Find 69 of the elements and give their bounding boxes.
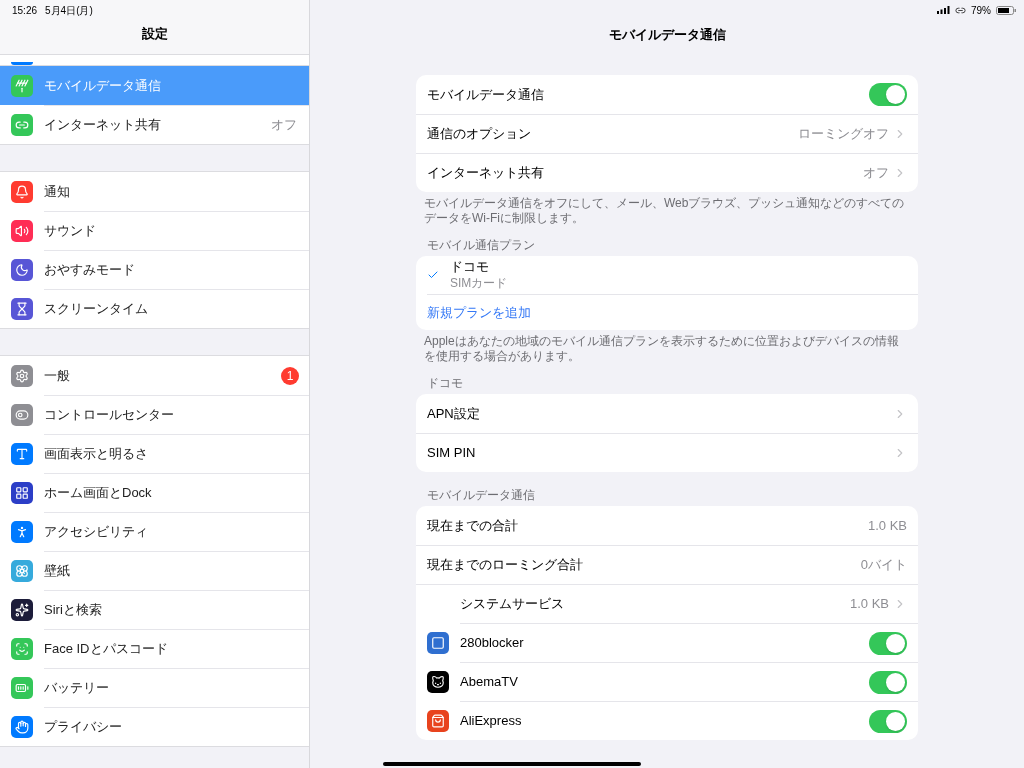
item-label: 一般 [44,366,71,385]
settings-row[interactable]: システムサービス 1.0 KB [416,584,918,623]
row-label: 現在までのローミング合計 [427,556,584,575]
item-label: インターネット共有 [44,116,162,135]
status-date: 5月4日(月) [45,3,93,18]
toggle-switch[interactable] [869,83,907,106]
settings-row[interactable]: 通信のオプション ローミングオフ [416,114,918,153]
page-title: モバイルデータ通信 [608,25,726,44]
hourglass-icon [11,297,33,320]
flower-icon [11,559,33,582]
toggle-switch[interactable] [869,670,907,694]
antenna-icon [11,74,33,97]
text-size-icon [11,442,33,465]
item-label: コントロールセンター [44,406,175,425]
face-icon [11,637,33,660]
row-label: 現在までの合計 [427,516,519,535]
signal-icon [937,6,950,14]
app-name: 280blocker [460,634,525,653]
link-icon [11,113,33,136]
settings-row[interactable]: APN設定 [416,394,918,433]
item-label: Face IDとパスコード [44,640,169,659]
row-value: 1.0 KB [867,516,907,535]
section-footer: Appleはあなたの地域のモバイル通信プランを表示するために位置およびデバイスの情報を使用する場合があります。 [416,330,918,364]
sidebar-title: 設定 [141,25,168,44]
partial-icon [11,62,33,65]
grid-icon [11,481,33,504]
toggle-switch[interactable] [869,631,907,655]
hand-icon [11,715,33,738]
item-label: アクセシビリティ [44,523,149,542]
item-label: Siriと検索 [44,601,103,620]
add-plan-link[interactable]: 新規プランを追加 [427,302,531,323]
item-label: 画面表示と明るさ [44,445,149,464]
app-name: AliExpress [460,712,523,731]
bag-icon [427,709,449,732]
item-label: 通知 [44,182,71,201]
item-value: オフ [271,116,297,135]
moon-icon [11,258,33,281]
item-label: サウンド [44,222,97,241]
battery-percent: 79% [971,3,991,18]
siri-icon [11,598,33,621]
section-header: ドコモ [426,376,464,392]
notification-icon [11,180,33,203]
settings-row[interactable]: SIM PIN [416,433,918,472]
switches-icon [11,403,33,426]
status-time: 15:26 [12,3,38,18]
battery-icon [996,5,1016,15]
item-label: おやすみモード [44,261,136,280]
item-label: モバイルデータ通信 [44,76,162,95]
item-label: スクリーンタイム [44,300,149,319]
section-header: モバイル通信プラン [426,238,536,254]
toggle-switch[interactable] [869,709,907,733]
battery-icon [11,676,33,699]
item-label: 壁紙 [44,562,71,581]
notification-badge: 1 [281,366,299,385]
speaker-icon [11,219,33,242]
accessibility-icon [11,520,33,543]
row-label: モバイルデータ通信 [427,85,545,104]
section-header: モバイルデータ通信 [426,488,536,504]
app-name: AbemaTV [460,673,519,692]
item-label: バッテリー [44,679,110,698]
item-label: プライバシー [44,718,123,737]
plan-row[interactable]: ドコモ SIMカード [416,256,918,294]
section-footer: モバイルデータ通信をオフにして、メール、Webブラウズ、プッシュ通知などのすべてのデータをWi-Fiに制限します。 [416,192,918,226]
item-label: ホーム画面とDock [44,484,153,503]
app-icon [427,631,449,654]
gear-icon [11,364,33,387]
settings-row[interactable]: インターネット共有 オフ [416,153,918,192]
cat-icon [427,670,449,693]
row-value: 0バイト [860,556,907,575]
